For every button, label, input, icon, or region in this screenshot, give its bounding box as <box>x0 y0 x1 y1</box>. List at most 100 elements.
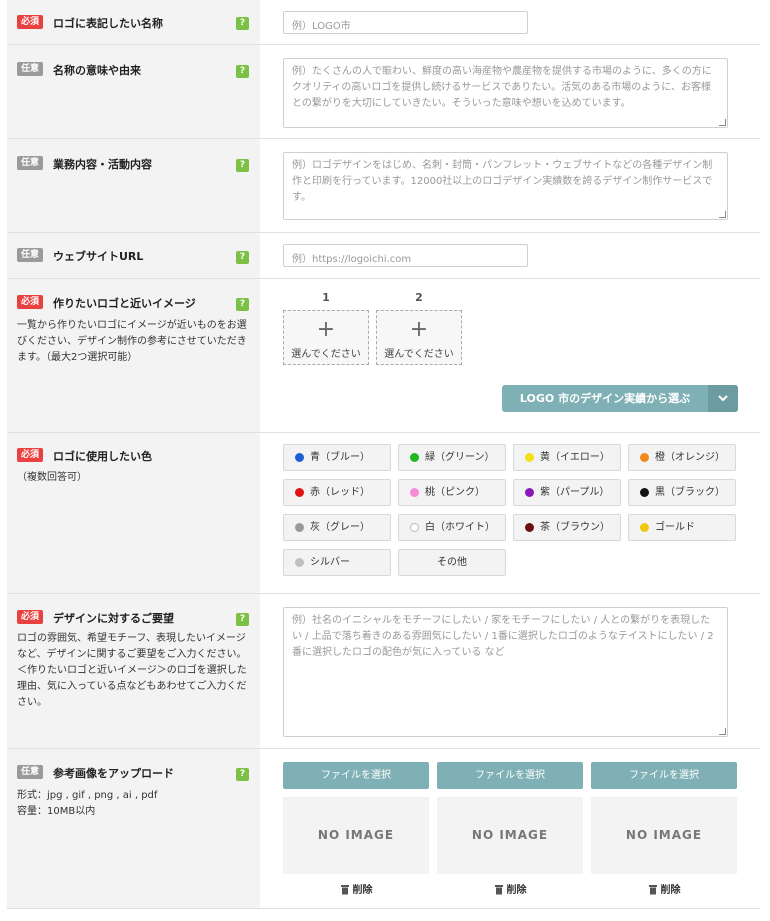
resize-handle-icon[interactable] <box>719 119 726 126</box>
color-swatch-icon <box>410 523 419 532</box>
color-swatch-icon <box>295 523 304 532</box>
help-icon[interactable]: ? <box>236 159 249 172</box>
row-label-area: 任意 名称の意味や由来 ? <box>7 45 260 138</box>
textarea-placeholder: 例）社名のイニシャルをモチーフにしたい / 家をモチーフにしたい / 人との繋が… <box>292 615 714 658</box>
color-option[interactable]: 茶（ブラウン） <box>513 514 621 541</box>
field-label: ロゴに表記したい名称 <box>53 17 163 30</box>
help-icon[interactable]: ? <box>236 17 249 30</box>
color-option[interactable]: 赤（レッド） <box>283 479 391 506</box>
row-label-area: 任意 ウェブサイトURL ? <box>7 233 260 278</box>
row-name-meaning: 任意 名称の意味や由来 ? 例）たくさんの人で賑わい、鮮度の高い海産物や農産物を… <box>7 45 760 139</box>
row-label-area: 任意 業務内容・活動内容 ? <box>7 139 260 232</box>
color-option[interactable]: 橙（オレンジ） <box>628 444 736 471</box>
delete-label: 削除 <box>660 885 681 896</box>
required-badge: 必須 <box>17 295 44 309</box>
color-swatch-icon <box>410 488 419 497</box>
field-label: ロゴに使用したい色 <box>53 450 152 463</box>
optional-badge: 任意 <box>17 62 44 76</box>
color-option-label: 白（ホワイト） <box>425 522 495 533</box>
delete-button[interactable]: 削除 <box>437 881 583 896</box>
chevron-down-icon[interactable] <box>708 385 738 412</box>
color-swatch-icon <box>525 453 534 462</box>
row-upload: 任意 参考画像をアップロード ? 形式：jpg , gif , png , ai… <box>7 749 760 909</box>
color-option[interactable]: シルバー <box>283 549 391 576</box>
trash-icon <box>648 885 657 895</box>
row-business: 任意 業務内容・活動内容 ? 例）ロゴデザインをはじめ、名刺・封筒・パンフレット… <box>7 139 760 233</box>
required-badge: 必須 <box>17 610 44 624</box>
color-option-label: 黄（イエロー） <box>540 452 610 463</box>
color-swatch-icon <box>640 523 649 532</box>
logo-name-input[interactable]: 例）LOGO市 <box>283 11 528 34</box>
field-description: ロゴの雰囲気、希望モチーフ、表現したいイメージなど、デザインに関するご要望をご入… <box>17 633 247 708</box>
color-option[interactable]: 桃（ピンク） <box>398 479 506 506</box>
trash-icon <box>340 885 349 895</box>
slot-number: 1 <box>322 291 330 304</box>
color-option-label: 茶（ブラウン） <box>540 522 610 533</box>
row-design-request: 必須 デザインに対するご要望 ? ロゴの雰囲気、希望モチーフ、表現したいイメージ… <box>7 594 760 749</box>
business-textarea[interactable]: 例）ロゴデザインをはじめ、名刺・封筒・パンフレット・ウェブサイトなどの各種デザイ… <box>283 152 728 220</box>
help-icon[interactable]: ? <box>236 768 249 781</box>
color-option-label: 紫（パープル） <box>540 487 610 498</box>
color-swatch-icon <box>410 453 419 462</box>
optional-badge: 任意 <box>17 765 44 779</box>
design-request-textarea[interactable]: 例）社名のイニシャルをモチーフにしたい / 家をモチーフにしたい / 人との繋が… <box>283 607 728 737</box>
choose-from-gallery-button[interactable]: LOGO 市のデザイン実績から選ぶ <box>502 385 738 412</box>
color-option[interactable]: 黒（ブラック） <box>628 479 736 506</box>
color-option[interactable]: 黄（イエロー） <box>513 444 621 471</box>
color-option-label: 青（ブルー） <box>310 452 370 463</box>
logo-request-form: 必須 ロゴに表記したい名称 ? 例）LOGO市 任意 名称の意味や由来 ? 例）… <box>0 0 770 921</box>
resize-handle-icon[interactable] <box>719 211 726 218</box>
choose-file-button[interactable]: ファイルを選択 <box>591 762 737 789</box>
optional-badge: 任意 <box>17 156 44 170</box>
image-slot-2[interactable]: + 選んでください <box>376 310 462 365</box>
slot-label: 選んでください <box>291 349 361 360</box>
choose-file-button[interactable]: ファイルを選択 <box>437 762 583 789</box>
color-swatch-icon <box>525 523 534 532</box>
color-option[interactable]: 紫（パープル） <box>513 479 621 506</box>
color-option-label: 桃（ピンク） <box>425 487 485 498</box>
plus-icon: + <box>409 317 429 342</box>
row-colors: 必須 ロゴに使用したい色 （複数回答可） 青（ブルー） 緑（グリーン） 黄（イエロー… <box>7 433 760 594</box>
row-label-area: 任意 参考画像をアップロード ? 形式：jpg , gif , png , ai… <box>7 749 260 908</box>
upload-format: 形式：jpg , gif , png , ai , pdf <box>17 790 158 801</box>
textarea-placeholder: 例）たくさんの人で賑わい、鮮度の高い海産物や農産物を提供する市場のように、多くの… <box>292 66 712 109</box>
delete-label: 削除 <box>352 885 373 896</box>
slot-number: 2 <box>415 291 423 304</box>
color-option[interactable]: 白（ホワイト） <box>398 514 506 541</box>
color-option-label: 橙（オレンジ） <box>655 452 725 463</box>
help-icon[interactable]: ? <box>236 65 249 78</box>
name-meaning-textarea[interactable]: 例）たくさんの人で賑わい、鮮度の高い海産物や農産物を提供する市場のように、多くの… <box>283 58 728 128</box>
row-label-area: 必須 作りたいロゴと近いイメージ ? 一覧から作りたいロゴにイメージが近いものを… <box>7 279 260 432</box>
delete-button[interactable]: 削除 <box>283 881 429 896</box>
help-icon[interactable]: ? <box>236 251 249 264</box>
row-logo-image: 必須 作りたいロゴと近いイメージ ? 一覧から作りたいロゴにイメージが近いものを… <box>7 279 760 433</box>
resize-handle-icon[interactable] <box>719 728 726 735</box>
color-option-label: その他 <box>437 557 467 568</box>
slot-label: 選んでください <box>384 349 454 360</box>
optional-badge: 任意 <box>17 248 44 262</box>
color-option[interactable]: 青（ブルー） <box>283 444 391 471</box>
color-swatch-icon <box>525 488 534 497</box>
delete-label: 削除 <box>506 885 527 896</box>
color-option-label: シルバー <box>310 557 350 568</box>
delete-button[interactable]: 削除 <box>591 881 737 896</box>
image-preview: NO IMAGE <box>591 797 737 874</box>
color-option-label: 赤（レッド） <box>310 487 370 498</box>
color-option[interactable]: その他 <box>398 549 506 576</box>
color-swatch-icon <box>295 453 304 462</box>
field-label: デザインに対するご要望 <box>53 612 174 625</box>
website-input[interactable]: 例）https://logoichi.com <box>283 244 528 267</box>
help-icon[interactable]: ? <box>236 298 249 311</box>
field-note: （複数回答可） <box>17 472 87 483</box>
textarea-placeholder: 例）ロゴデザインをはじめ、名刺・封筒・パンフレット・ウェブサイトなどの各種デザイ… <box>292 160 713 203</box>
help-icon[interactable]: ? <box>236 613 249 626</box>
color-option[interactable]: 灰（グレー） <box>283 514 391 541</box>
color-option-label: 灰（グレー） <box>310 522 370 533</box>
color-option[interactable]: ゴールド <box>628 514 736 541</box>
color-option[interactable]: 緑（グリーン） <box>398 444 506 471</box>
row-logo-name: 必須 ロゴに表記したい名称 ? 例）LOGO市 <box>7 0 760 45</box>
choose-file-button[interactable]: ファイルを選択 <box>283 762 429 789</box>
color-option-label: 黒（ブラック） <box>655 487 725 498</box>
image-slot-1[interactable]: + 選んでください <box>283 310 369 365</box>
image-preview: NO IMAGE <box>437 797 583 874</box>
